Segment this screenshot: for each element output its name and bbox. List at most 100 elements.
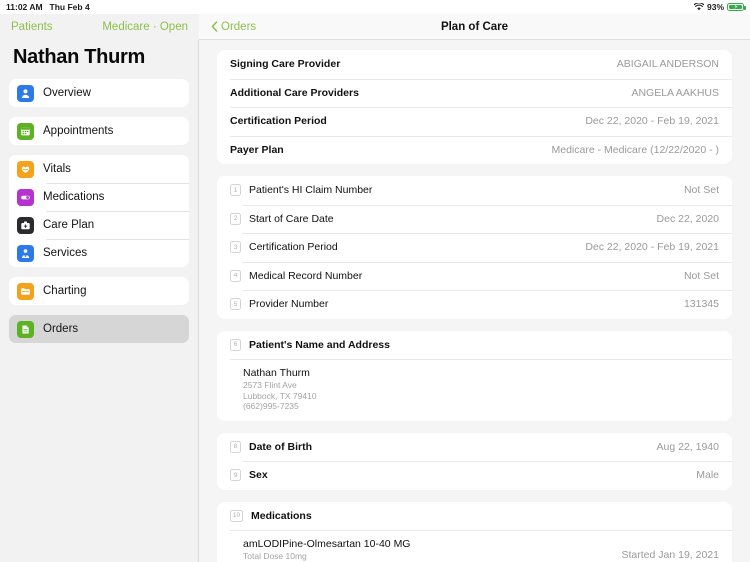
sidebar-item-services[interactable]: Services xyxy=(9,239,189,267)
sidebar-item-orders[interactable]: Orders xyxy=(9,315,189,343)
address-city-state-zip: Lubbock, TX 79410 xyxy=(243,390,317,401)
table-row[interactable]: 9 Sex Male xyxy=(217,461,732,490)
item-number-badge: 8 xyxy=(230,440,241,453)
medication-start-date: Started Jan 19, 2021 xyxy=(621,549,720,561)
address-street: 2573 Flint Ave xyxy=(243,380,297,390)
calendar-icon xyxy=(17,122,34,140)
sidebar-item-label: Orders xyxy=(43,323,79,335)
sidebar-item-appointments[interactable]: Appointments xyxy=(9,117,189,145)
status-bar-right: 93% ⚡ xyxy=(693,2,746,12)
table-row[interactable]: Signing Care Provider ABIGAIL ANDERSON xyxy=(217,50,732,79)
patient-name-heading: Nathan Thurm xyxy=(13,46,145,68)
table-row[interactable]: 3 Certification Period Dec 22, 2020 - Fe… xyxy=(217,233,732,262)
top-bar: Patients Medicare · Open Orders Plan of … xyxy=(0,14,750,40)
patient-name: Nathan Thurm xyxy=(243,367,310,379)
row-label: Additional Care Providers xyxy=(230,86,359,99)
battery-cap xyxy=(744,6,746,10)
card-header-row[interactable]: 6 Patient's Name and Address xyxy=(217,331,732,360)
table-row[interactable]: 5 Provider Number 131345 xyxy=(217,290,732,319)
table-row[interactable]: 2 Start of Care Date Dec 22, 2020 xyxy=(217,204,732,234)
table-row[interactable]: 1 Patient's HI Claim Number Not Set xyxy=(217,176,732,205)
sidebar-item-label: Charting xyxy=(43,285,87,297)
back-button-label: Orders xyxy=(221,20,257,33)
sidebar-group-appointments: Appointments xyxy=(9,117,189,145)
sidebar-item-care-plan[interactable]: Care Plan xyxy=(9,211,189,239)
claim-info-card: 1 Patient's HI Claim Number Not Set 2 St… xyxy=(217,176,732,319)
row-value: Dec 22, 2020 - Feb 19, 2021 xyxy=(585,115,719,128)
medical-bag-icon xyxy=(17,216,34,234)
patient-address-block: Nathan Thurm 2573 Flint Ave Lubbock, TX … xyxy=(217,359,732,421)
battery-percent-label: 93% xyxy=(706,2,724,12)
sidebar-group-charting: Charting xyxy=(9,277,189,305)
item-number-badge: 10 xyxy=(230,509,243,522)
row-label: Medical Record Number xyxy=(249,269,363,282)
status-bar: 11:02 AM Thu Feb 4 93% ⚡ xyxy=(0,0,750,14)
pill-icon xyxy=(17,188,34,206)
row-value: 131345 xyxy=(683,298,719,311)
back-button[interactable]: Orders xyxy=(211,21,256,33)
row-value: Medicare - Medicare (12/22/2020 - ) xyxy=(551,143,720,156)
sidebar-group-clinical: Vitals Medications Care Plan Services xyxy=(9,155,189,267)
row-value: Male xyxy=(696,469,719,482)
patient-address-card: 6 Patient's Name and Address Nathan Thur… xyxy=(217,330,732,421)
patient-phone: (662)995-7235 xyxy=(243,401,299,411)
table-row[interactable]: Certification Period Dec 22, 2020 - Feb … xyxy=(217,107,732,136)
content-area: Nathan Thurm Overview Appointments Vital… xyxy=(0,40,750,562)
item-number-badge: 6 xyxy=(230,338,241,351)
row-label: Sex xyxy=(249,469,268,482)
item-number-badge: 3 xyxy=(230,241,241,254)
sidebar: Nathan Thurm Overview Appointments Vital… xyxy=(0,40,199,562)
sidebar-item-medications[interactable]: Medications xyxy=(9,183,189,211)
medication-dose: Total Dose 10mg xyxy=(243,551,307,561)
row-label: Date of Birth xyxy=(249,440,312,453)
sidebar-item-overview[interactable]: Overview xyxy=(9,79,189,107)
sidebar-item-label: Overview xyxy=(43,87,91,99)
sidebar-item-label: Services xyxy=(43,247,88,259)
status-date: Thu Feb 4 xyxy=(49,2,90,12)
item-number-badge: 5 xyxy=(230,298,241,311)
row-value: Dec 22, 2020 - Feb 19, 2021 xyxy=(585,241,719,254)
medication-list-item[interactable]: amLODIPine-Olmesartan 10-40 MG Total Dos… xyxy=(217,530,732,562)
row-label: Certification Period xyxy=(230,115,327,128)
medication-details: amLODIPine-Olmesartan 10-40 MG Total Dos… xyxy=(243,538,622,562)
payer-status-label[interactable]: Medicare · Open xyxy=(102,21,188,33)
row-label: Payer Plan xyxy=(230,143,284,156)
wifi-icon xyxy=(693,3,704,11)
item-number-badge: 4 xyxy=(230,269,241,282)
chevron-left-icon xyxy=(211,21,218,32)
person-icon xyxy=(17,84,34,102)
row-label: Patient's HI Claim Number xyxy=(249,184,373,197)
page-title: Plan of Care xyxy=(440,20,509,33)
table-row[interactable]: Payer Plan Medicare - Medicare (12/22/20… xyxy=(217,135,732,165)
row-value: Dec 22, 2020 xyxy=(656,212,719,225)
charging-bolt-icon: ⚡ xyxy=(733,4,739,11)
heart-icon xyxy=(17,160,34,178)
card-header-row[interactable]: 10 Medications xyxy=(217,502,732,531)
card-header-label: Patient's Name and Address xyxy=(249,338,390,351)
status-bar-left: 11:02 AM Thu Feb 4 xyxy=(6,2,90,12)
medication-name: amLODIPine-Olmesartan 10-40 MG xyxy=(243,538,411,550)
patients-back-link[interactable]: Patients xyxy=(11,21,53,33)
sidebar-item-charting[interactable]: Charting xyxy=(9,277,189,305)
row-label: Start of Care Date xyxy=(249,212,334,225)
sidebar-item-label: Care Plan xyxy=(43,219,95,231)
sidebar-item-vitals[interactable]: Vitals xyxy=(9,155,189,183)
sidebar-group-orders: Orders xyxy=(9,315,189,343)
table-row[interactable]: 4 Medical Record Number Not Set xyxy=(217,261,732,291)
sidebar-item-label: Appointments xyxy=(43,125,114,137)
row-value: Not Set xyxy=(683,269,719,282)
sidebar-item-label: Vitals xyxy=(43,163,71,175)
card-header-label: Medications xyxy=(251,509,312,522)
row-label: Provider Number xyxy=(249,298,329,311)
sidebar-item-label: Medications xyxy=(43,191,105,203)
table-row[interactable]: 8 Date of Birth Aug 22, 1940 xyxy=(217,433,732,462)
row-value: ABIGAIL ANDERSON xyxy=(616,58,719,71)
table-row[interactable]: Additional Care Providers ANGELA AAKHUS xyxy=(217,78,732,108)
sidebar-top-bar: Patients Medicare · Open xyxy=(0,14,199,40)
row-value: Not Set xyxy=(683,184,719,197)
row-value: ANGELA AAKHUS xyxy=(631,86,719,99)
detail-nav-bar: Orders Plan of Care xyxy=(199,14,750,40)
plan-of-care-detail: Signing Care Provider ABIGAIL ANDERSON A… xyxy=(199,40,750,562)
status-time: 11:02 AM xyxy=(6,2,43,12)
item-number-badge: 1 xyxy=(230,184,241,197)
